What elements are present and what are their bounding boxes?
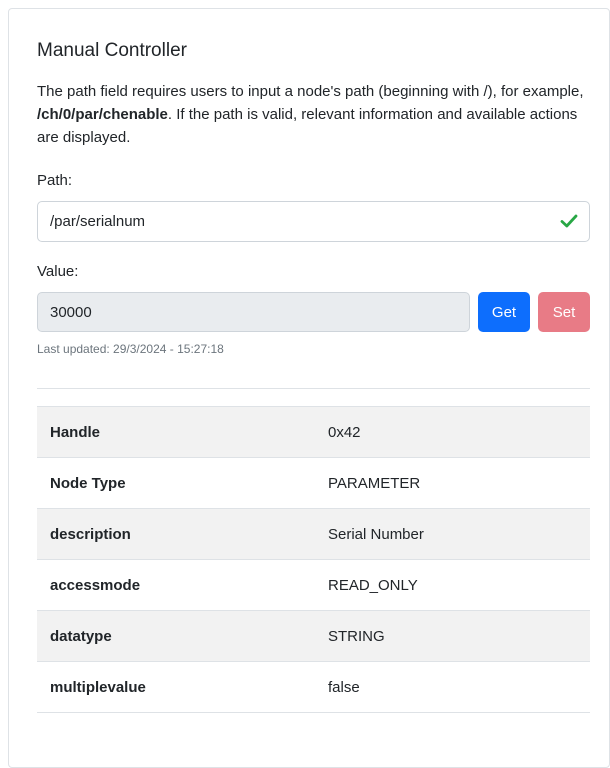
row-key: description: [50, 525, 131, 543]
row-value: Serial Number: [328, 525, 424, 543]
row-key: datatype: [50, 627, 112, 645]
table-row: datatype STRING: [37, 610, 590, 662]
row-key: accessmode: [50, 576, 141, 594]
row-value: PARAMETER: [328, 474, 421, 492]
value-input[interactable]: [37, 292, 470, 332]
value-label: Value:: [37, 263, 79, 280]
row-value: 0x42: [328, 423, 361, 441]
manual-controller-card: Manual Controller The path field require…: [8, 8, 610, 768]
row-value: STRING: [328, 627, 385, 645]
node-info-table: Handle 0x42 Node Type PARAMETER descript…: [37, 406, 590, 713]
row-value: READ_ONLY: [328, 576, 418, 594]
table-row: Handle 0x42: [37, 406, 590, 458]
last-updated-text: Last updated: 29/3/2024 - 15:27:18: [37, 342, 224, 356]
row-key: multiplevalue: [50, 678, 146, 696]
table-row: accessmode READ_ONLY: [37, 559, 590, 611]
row-value: false: [328, 678, 360, 696]
table-row: description Serial Number: [37, 508, 590, 560]
check-icon: [560, 214, 578, 228]
panel-description: The path field requires users to input a…: [37, 80, 590, 149]
path-label: Path:: [37, 172, 73, 189]
description-example-path: /ch/0/par/chenable: [37, 106, 168, 123]
row-key: Node Type: [50, 474, 126, 492]
panel-title: Manual Controller: [37, 40, 187, 61]
description-text-before: The path field requires users to input a…: [37, 83, 584, 100]
table-row: multiplevalue false: [37, 661, 590, 713]
get-button[interactable]: Get: [478, 292, 530, 332]
section-divider: [37, 388, 590, 389]
set-button[interactable]: Set: [538, 292, 590, 332]
row-key: Handle: [50, 423, 101, 441]
table-row: Node Type PARAMETER: [37, 457, 590, 509]
path-input[interactable]: [37, 201, 590, 242]
